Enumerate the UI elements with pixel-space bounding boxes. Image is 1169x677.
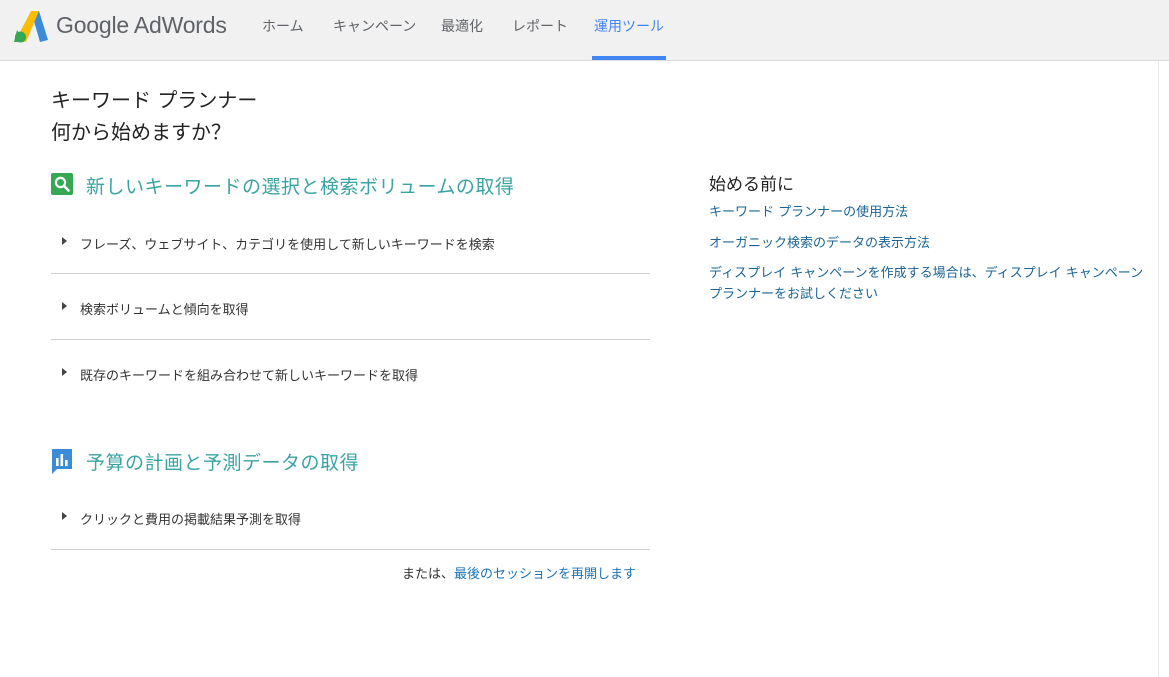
divider <box>51 549 650 550</box>
active-tab-indicator <box>592 56 666 60</box>
resume-session-text: または、最後のセッションを再開します <box>402 563 636 582</box>
link-display-campaign-planner[interactable]: ディスプレイ キャンペーンを作成する場合は、ディスプレイ キャンペーン プランナ… <box>709 263 1149 305</box>
resume-prefix: または、 <box>402 567 455 582</box>
nav-home[interactable]: ホーム <box>262 0 304 60</box>
expand-triangle-icon <box>62 368 67 376</box>
link-organic-search-data[interactable]: オーガニック検索のデータの表示方法 <box>709 233 930 254</box>
section-heading-forecast: 予算の計画と予測データの取得 <box>86 452 360 474</box>
nav-tools[interactable]: 運用ツール <box>594 0 664 60</box>
nav-reports[interactable]: レポート <box>512 0 568 60</box>
divider <box>51 273 650 274</box>
sidebar-title: 始める前に <box>709 175 794 195</box>
nav-optimization[interactable]: 最適化 <box>441 0 483 60</box>
page-subtitle: 何から始めますか？ <box>51 120 231 144</box>
option-combine-keywords[interactable]: 既存のキーワードを組み合わせて新しいキーワードを取得 <box>51 365 650 431</box>
option-label: 既存のキーワードを組み合わせて新しいキーワードを取得 <box>80 369 419 384</box>
option-label: フレーズ、ウェブサイト、カテゴリを使用して新しいキーワードを検索 <box>80 238 495 253</box>
scrollbar-track[interactable] <box>1158 61 1159 677</box>
nav-campaigns[interactable]: キャンペーン <box>333 0 416 60</box>
option-label: クリックと費用の掲載結果予測を取得 <box>80 513 302 528</box>
search-icon <box>51 173 73 195</box>
adwords-logo-icon[interactable] <box>14 10 48 44</box>
option-search-volume[interactable]: 検索ボリュームと傾向を取得 <box>51 299 650 365</box>
brand-name[interactable]: Google AdWords <box>56 12 227 39</box>
bar-chart-icon <box>52 449 72 474</box>
expand-triangle-icon <box>62 302 67 310</box>
option-label: 検索ボリュームと傾向を取得 <box>80 303 249 318</box>
resume-session-link[interactable]: 最後のセッションを再開します <box>454 567 636 582</box>
page-title: キーワード プランナー <box>51 88 258 112</box>
expand-triangle-icon <box>62 512 67 520</box>
option-find-keywords[interactable]: フレーズ、ウェブサイト、カテゴリを使用して新しいキーワードを検索 <box>51 234 650 300</box>
divider <box>51 339 650 340</box>
link-how-to-use-planner[interactable]: キーワード プランナーの使用方法 <box>709 202 908 223</box>
section-heading-keywords: 新しいキーワードの選択と検索ボリュームの取得 <box>86 176 515 198</box>
expand-triangle-icon <box>62 237 67 245</box>
top-navigation-bar: Google AdWords ホーム キャンペーン 最適化 レポート 運用ツール <box>0 0 1169 61</box>
